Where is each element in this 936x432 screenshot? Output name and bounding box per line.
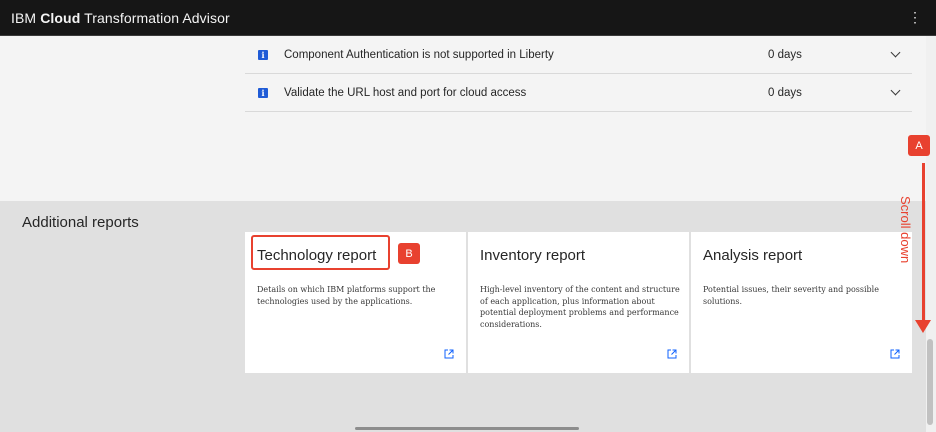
app-header: IBM Cloud Transformation Advisor ⋮ — [0, 0, 936, 36]
arrow-head-icon — [915, 320, 931, 333]
launch-icon[interactable] — [667, 349, 677, 359]
scrollbar-thumb[interactable] — [927, 339, 933, 425]
horizontal-scrollbar[interactable] — [355, 427, 579, 430]
brand-suffix: Transformation Advisor — [84, 9, 230, 26]
additional-reports-section: Additional reports Technology report Det… — [0, 201, 926, 432]
scroll-down-label: Scroll down — [898, 196, 913, 264]
brand-prefix: IBM — [11, 9, 37, 26]
issue-row[interactable]: i Validate the URL host and port for clo… — [245, 74, 912, 112]
callout-badge-b: B — [398, 243, 420, 264]
issues-panel: i Component Authentication is not suppor… — [0, 36, 926, 201]
technology-report-highlight — [251, 235, 390, 270]
info-icon: i — [258, 49, 268, 60]
analysis-report-card[interactable]: Analysis report Potential issues, their … — [691, 232, 912, 373]
card-title: Inventory report — [480, 247, 586, 264]
brand-bold: Cloud — [40, 9, 81, 26]
issue-effort-days: 0 days — [768, 48, 802, 61]
info-icon: i — [258, 87, 268, 98]
card-title: Analysis report — [703, 247, 803, 264]
issue-description: Validate the URL host and port for cloud… — [284, 86, 527, 99]
overflow-menu-icon[interactable]: ⋮ — [908, 10, 922, 24]
card-description: High-level inventory of the content and … — [480, 285, 680, 329]
launch-icon[interactable] — [890, 349, 900, 359]
chevron-down-icon[interactable] — [890, 47, 901, 58]
section-title: Additional reports — [22, 214, 139, 231]
card-description: Potential issues, their severity and pos… — [703, 285, 879, 306]
card-description: Details on which IBM platforms support t… — [257, 285, 436, 306]
launch-icon[interactable] — [444, 349, 454, 359]
issue-description: Component Authentication is not supporte… — [284, 48, 554, 61]
callout-badge-a: A — [908, 135, 930, 156]
issue-row[interactable]: i Component Authentication is not suppor… — [245, 36, 912, 74]
app-title[interactable]: IBM Cloud Transformation Advisor — [11, 10, 230, 26]
inventory-report-card[interactable]: Inventory report High-level inventory of… — [468, 232, 689, 373]
chevron-down-icon[interactable] — [890, 85, 901, 96]
issue-effort-days: 0 days — [768, 86, 802, 99]
scroll-down-arrow — [922, 163, 925, 323]
